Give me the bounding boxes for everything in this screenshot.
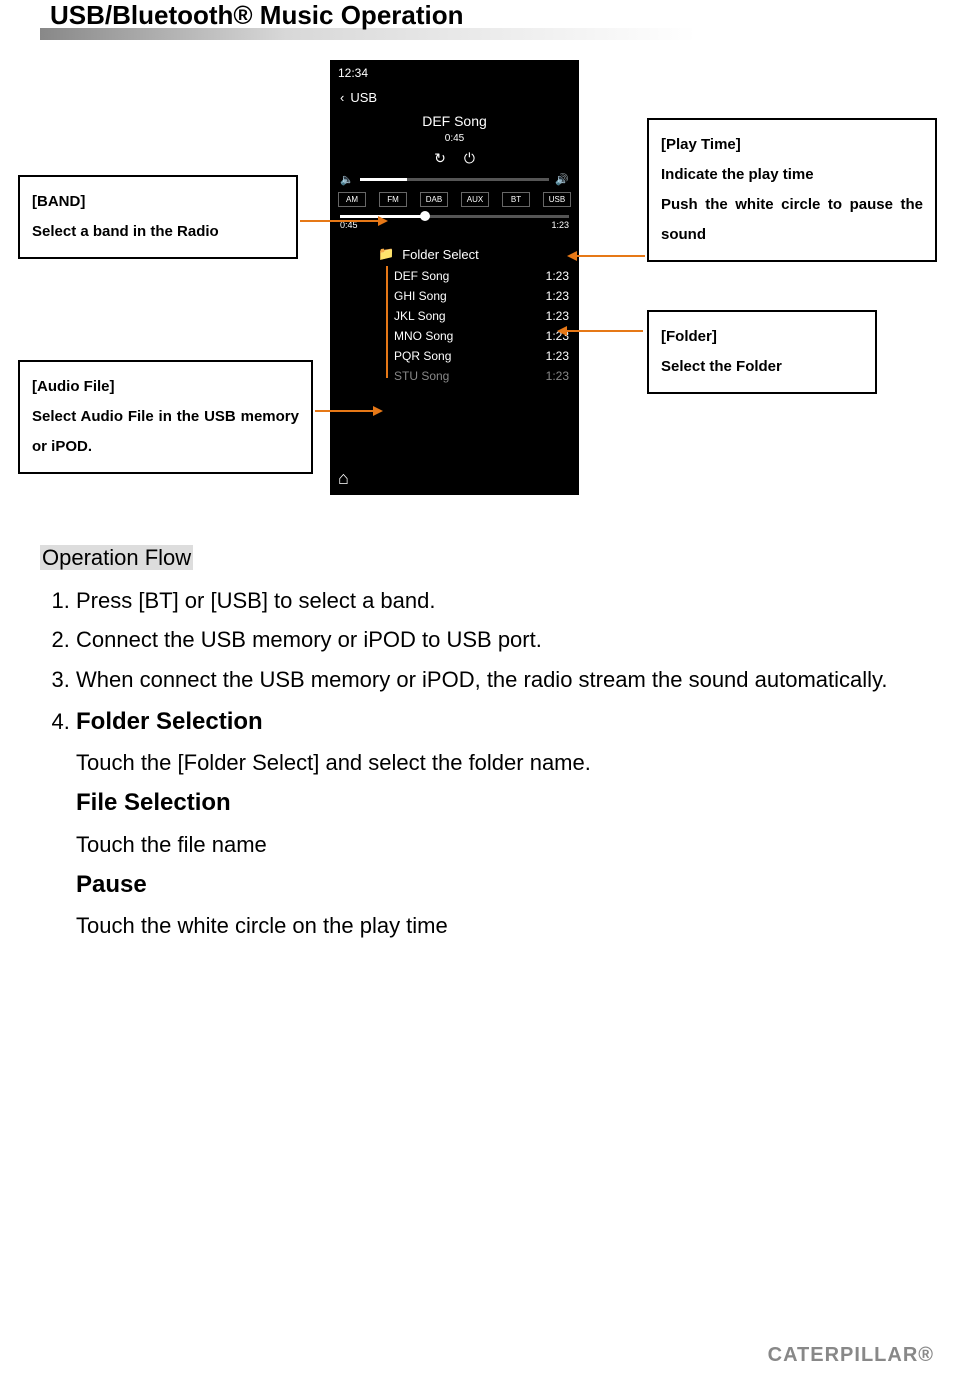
- callout-band: [BAND] Select a band in the Radio: [18, 175, 298, 259]
- folder-select-row[interactable]: 📁 Folder Select: [330, 232, 579, 266]
- step4-pause-text: Touch the white circle on the play time: [76, 906, 920, 945]
- step4-folder-selection-heading: Folder Selection: [76, 701, 920, 743]
- repeat-icon[interactable]: ↻: [434, 150, 446, 167]
- list-item[interactable]: GHI Song1:23: [386, 286, 569, 306]
- step4-file-selection-heading: File Selection: [76, 782, 920, 824]
- list-item[interactable]: JKL Song1:23: [386, 306, 569, 326]
- back-label: USB: [350, 90, 377, 105]
- band-am[interactable]: AM: [338, 192, 366, 207]
- step4-folder-selection-text: Touch the [Folder Select] and select the…: [76, 743, 920, 782]
- now-playing-title: DEF Song: [330, 111, 579, 131]
- brand-logo: CATERPILLAR®: [768, 1344, 934, 1367]
- operation-flow-section: Operation Flow Press [BT] or [USB] to se…: [40, 540, 920, 947]
- list-item[interactable]: PQR Song1:23: [386, 346, 569, 366]
- list-item[interactable]: STU Song1:23: [386, 366, 569, 386]
- volume-slider[interactable]: [360, 178, 550, 181]
- callout-audio-desc: Select Audio File in the USB memory or i…: [32, 402, 299, 462]
- arrow-audio: [315, 410, 375, 412]
- arrow-folder: [565, 330, 643, 332]
- callout-folder-desc: Select the Folder: [661, 352, 863, 382]
- back-button[interactable]: ‹ USB: [330, 86, 579, 111]
- callout-folder: [Folder] Select the Folder: [647, 310, 877, 394]
- list-item[interactable]: MNO Song1:23: [386, 326, 569, 346]
- progress-thumb[interactable]: [420, 211, 430, 221]
- callout-band-desc: Select a band in the Radio: [32, 217, 284, 247]
- callout-audio: [Audio File] Select Audio File in the US…: [18, 360, 313, 474]
- status-bar-clock: 12:34: [330, 60, 579, 86]
- callout-audio-title: [Audio File]: [32, 372, 299, 402]
- callout-playtime-line2: Push the white circle to pause the sound: [661, 190, 923, 250]
- step-1: Press [BT] or [USB] to select a band.: [76, 581, 920, 620]
- callout-playtime-line1: Indicate the play time: [661, 160, 923, 190]
- arrow-band: [300, 220, 380, 222]
- step4-pause-heading: Pause: [76, 864, 920, 906]
- folder-select-label: Folder Select: [402, 247, 479, 262]
- list-item[interactable]: DEF Song1:23: [386, 266, 569, 286]
- band-selector: AM FM DAB AUX BT USB: [330, 192, 579, 213]
- audio-file-highlight-bar: [386, 266, 388, 378]
- step-3: When connect the USB memory or iPOD, the…: [76, 660, 920, 699]
- band-dab[interactable]: DAB: [420, 192, 448, 207]
- arrow-playtime: [575, 255, 645, 257]
- band-bt[interactable]: BT: [502, 192, 530, 207]
- page-title: USB/Bluetooth® Music Operation: [50, 0, 464, 31]
- band-fm[interactable]: FM: [379, 192, 407, 207]
- operation-flow-heading: Operation Flow: [40, 545, 193, 570]
- home-icon[interactable]: ⌂: [338, 468, 349, 489]
- step-4: Folder Selection Touch the [Folder Selec…: [76, 699, 920, 948]
- callout-playtime: [Play Time] Indicate the play time Push …: [647, 118, 937, 262]
- chevron-left-icon: ‹: [340, 90, 344, 105]
- progress-slider[interactable]: [340, 215, 569, 218]
- band-usb[interactable]: USB: [543, 192, 571, 207]
- phone-screenshot: 12:34 ‹ USB DEF Song 0:45 ↻ ⏻ 🔈 🔊 AM FM …: [330, 60, 579, 495]
- volume-low-icon: 🔈: [340, 173, 354, 186]
- callout-band-title: [BAND]: [32, 187, 284, 217]
- step4-file-selection-text: Touch the file name: [76, 825, 920, 864]
- step-2: Connect the USB memory or iPOD to USB po…: [76, 620, 920, 659]
- volume-high-icon: 🔊: [555, 173, 569, 186]
- power-icon[interactable]: ⏻: [464, 150, 475, 167]
- callout-folder-title: [Folder]: [661, 322, 863, 352]
- callout-playtime-title: [Play Time]: [661, 130, 923, 160]
- band-aux[interactable]: AUX: [461, 192, 489, 207]
- progress-total: 1:23: [551, 220, 569, 230]
- now-playing-elapsed: 0:45: [330, 131, 579, 148]
- song-list: DEF Song1:23 GHI Song1:23 JKL Song1:23 M…: [330, 266, 579, 386]
- folder-icon: 📁: [378, 246, 394, 262]
